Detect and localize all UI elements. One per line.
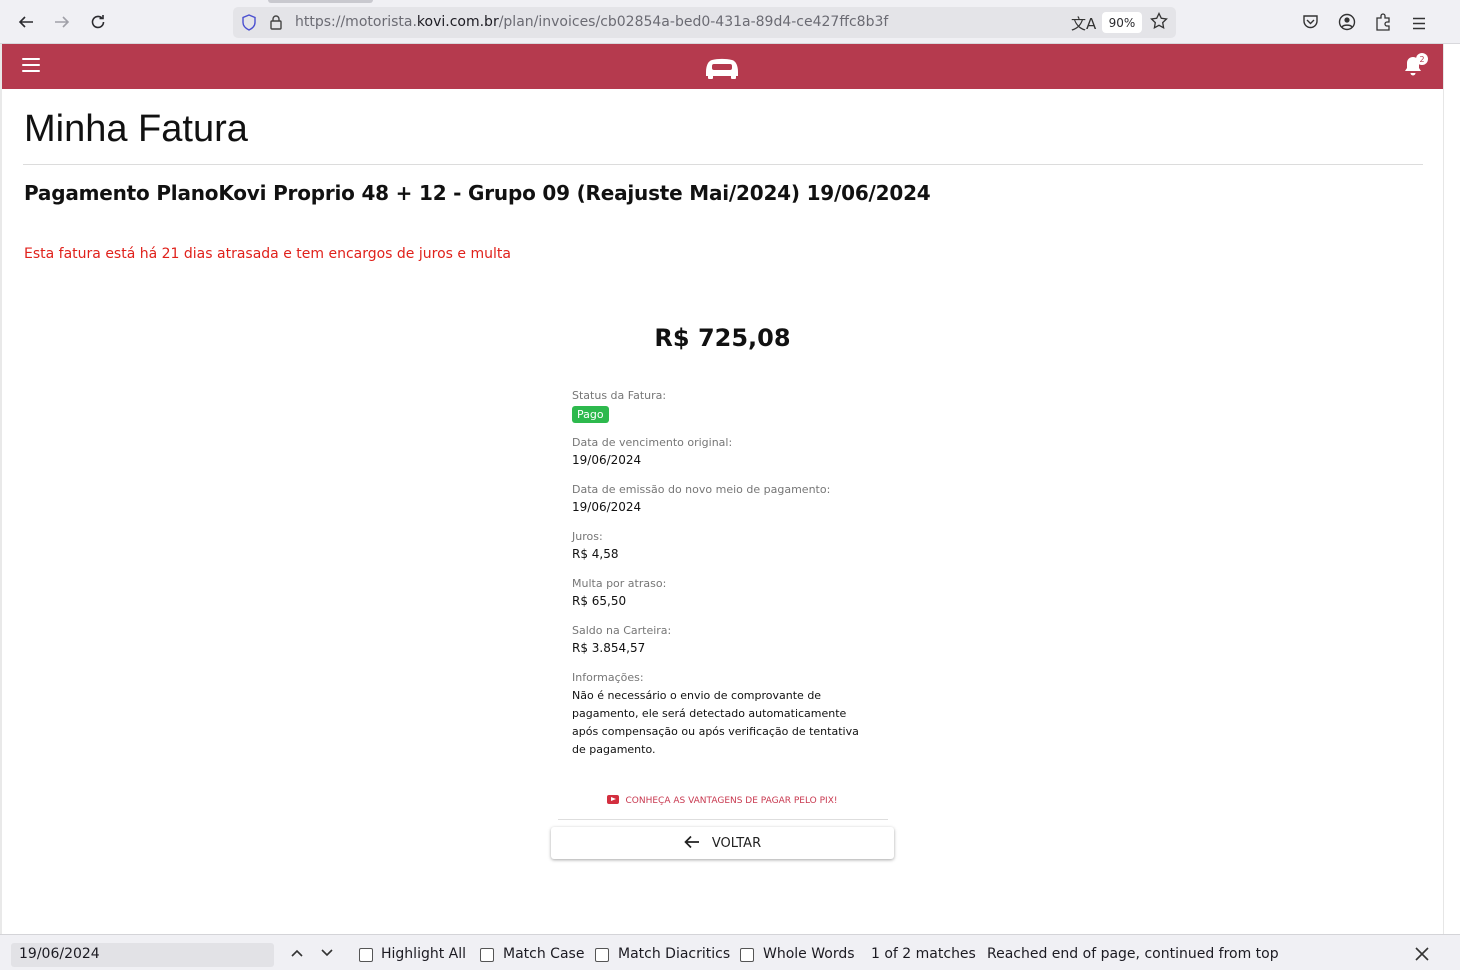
interest-label: Juros: bbox=[572, 530, 603, 543]
due-date-field: Data de vencimento original: 19/06/2024 bbox=[572, 435, 872, 470]
due-date-value: 19/06/2024 bbox=[572, 453, 642, 467]
info-value: Não é necessário o envio de comprovante … bbox=[572, 689, 859, 756]
find-bar: 19/06/2024 Highlight All Match Case Matc… bbox=[0, 934, 1460, 970]
lock-icon[interactable] bbox=[269, 14, 283, 34]
info-field: Informações: Não é necessário o envio de… bbox=[572, 670, 872, 759]
pocket-icon[interactable] bbox=[1302, 14, 1319, 34]
translate-icon[interactable]: 文A bbox=[1071, 13, 1096, 34]
star-icon[interactable] bbox=[1150, 11, 1168, 34]
url-bar[interactable]: https://motorista.kovi.com.br/plan/invoi… bbox=[233, 7, 1176, 38]
issue-date-label: Data de emissão do novo meio de pagament… bbox=[572, 483, 831, 496]
highlight-all-label[interactable]: Highlight All bbox=[381, 946, 466, 962]
interest-field: Juros: R$ 4,58 bbox=[572, 529, 872, 564]
browser-toolbar: https://motorista.kovi.com.br/plan/invoi… bbox=[0, 0, 1460, 44]
youtube-icon bbox=[607, 795, 620, 804]
zoom-level-badge[interactable]: 90% bbox=[1102, 12, 1142, 33]
url-text[interactable]: https://motorista.kovi.com.br/plan/invoi… bbox=[295, 14, 888, 30]
page-title: Minha Fatura bbox=[24, 108, 248, 150]
extensions-icon[interactable] bbox=[1375, 13, 1392, 35]
back-button[interactable]: VOLTAR bbox=[551, 827, 894, 859]
chevron-up-icon[interactable] bbox=[289, 945, 305, 961]
info-label: Informações: bbox=[572, 671, 644, 684]
action-divider bbox=[558, 819, 888, 820]
tab-indicator bbox=[268, 0, 373, 3]
invoice-details: Status da Fatura: Pago Data de venciment… bbox=[572, 388, 872, 771]
invoice-amount: R$ 725,08 bbox=[654, 324, 791, 352]
match-case-label[interactable]: Match Case bbox=[503, 946, 584, 962]
title-divider bbox=[23, 164, 1423, 165]
status-field: Status da Fatura: Pago bbox=[572, 388, 872, 423]
find-input[interactable]: 19/06/2024 bbox=[11, 943, 274, 967]
shield-icon[interactable] bbox=[241, 14, 257, 35]
close-icon[interactable] bbox=[1415, 946, 1429, 965]
forward-icon[interactable] bbox=[50, 10, 74, 34]
menu-icon[interactable] bbox=[1412, 15, 1426, 34]
status-badge: Pago bbox=[572, 406, 609, 423]
back-icon[interactable] bbox=[14, 10, 38, 34]
match-diacritics-label[interactable]: Match Diacritics bbox=[618, 946, 730, 962]
match-count: 1 of 2 matches bbox=[871, 946, 976, 962]
wallet-field: Saldo na Carteira: R$ 3.854,57 bbox=[572, 623, 872, 658]
account-icon[interactable] bbox=[1338, 13, 1356, 35]
overdue-warning: Esta fatura está há 21 dias atrasada e t… bbox=[24, 246, 511, 262]
find-status: Reached end of page, continued from top bbox=[987, 946, 1279, 962]
fine-field: Multa por atraso: R$ 65,50 bbox=[572, 576, 872, 611]
url-path: /plan/invoices/cb02854a-bed0-431a-89d4-c… bbox=[498, 14, 889, 30]
wallet-label: Saldo na Carteira: bbox=[572, 624, 672, 637]
fine-value: R$ 65,50 bbox=[572, 594, 627, 608]
invoice-heading: Pagamento PlanoKovi Proprio 48 + 12 - Gr… bbox=[24, 181, 931, 205]
url-prefix: https://motorista. bbox=[295, 14, 417, 30]
wallet-value: R$ 3.854,57 bbox=[572, 641, 646, 655]
back-button-label: VOLTAR bbox=[711, 835, 762, 851]
reload-icon[interactable] bbox=[86, 10, 110, 34]
whole-words-checkbox[interactable] bbox=[740, 948, 754, 962]
car-logo-icon[interactable] bbox=[703, 54, 741, 84]
status-label: Status da Fatura: bbox=[572, 389, 667, 402]
interest-value: R$ 4,58 bbox=[572, 547, 619, 561]
due-date-label: Data de vencimento original: bbox=[572, 436, 733, 449]
fine-label: Multa por atraso: bbox=[572, 577, 667, 590]
notification-badge: 2 bbox=[1416, 53, 1428, 65]
hamburger-icon[interactable] bbox=[22, 58, 40, 72]
issue-date-value: 19/06/2024 bbox=[572, 500, 642, 514]
pix-link-label: CONHEÇA AS VANTAGENS DE PAGAR PELO PIX! bbox=[625, 796, 838, 806]
highlight-all-checkbox[interactable] bbox=[359, 948, 373, 962]
whole-words-label[interactable]: Whole Words bbox=[763, 946, 855, 962]
arrow-left-icon bbox=[684, 834, 700, 853]
app-header: 2 bbox=[2, 44, 1443, 89]
scrollbar-gutter[interactable] bbox=[1443, 44, 1460, 934]
chevron-down-icon[interactable] bbox=[319, 945, 335, 961]
match-case-checkbox[interactable] bbox=[480, 948, 494, 962]
issue-date-field: Data de emissão do novo meio de pagament… bbox=[572, 482, 872, 517]
pix-advantages-link[interactable]: CONHEÇA AS VANTAGENS DE PAGAR PELO PIX! bbox=[0, 795, 1445, 806]
url-domain: kovi.com.br bbox=[416, 14, 499, 30]
match-diacritics-checkbox[interactable] bbox=[595, 948, 609, 962]
